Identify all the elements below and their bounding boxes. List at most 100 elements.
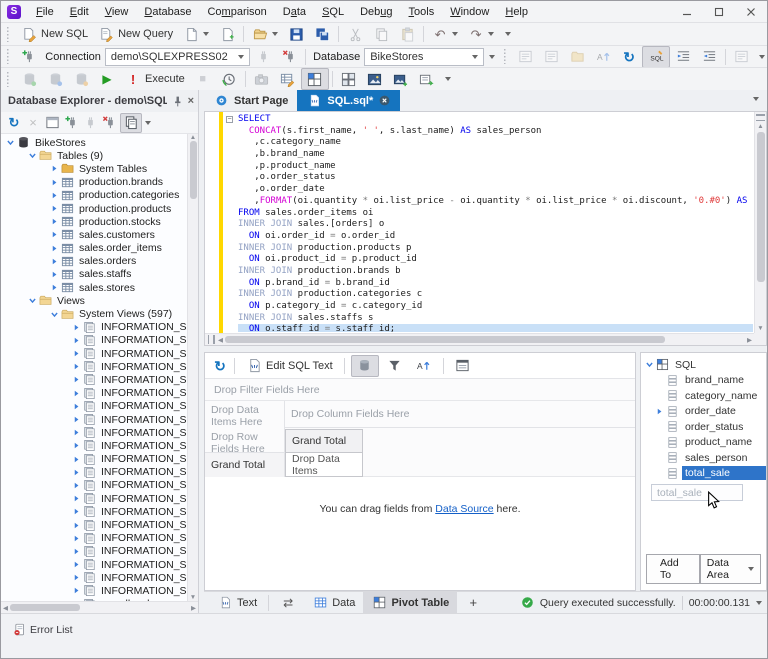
close-tab-icon[interactable] [378, 94, 391, 107]
chevron-right-icon[interactable] [70, 442, 83, 449]
uncomment-button[interactable] [538, 47, 564, 67]
chevron-right-icon[interactable] [70, 535, 83, 542]
chevron-right-icon[interactable] [70, 522, 83, 529]
chevron-right-icon[interactable] [70, 574, 83, 581]
connection-select[interactable]: demo\SQLEXPRESS02 [105, 48, 250, 66]
tree-item[interactable]: sales.customers [1, 228, 198, 241]
menu-item-database[interactable]: Database [136, 3, 199, 21]
change-case-button[interactable]: A [590, 47, 616, 67]
menu-item-tools[interactable]: Tools [401, 3, 443, 21]
scroll-left-icon[interactable]: ◀ [218, 336, 223, 344]
field-item-order_date[interactable]: order_date [641, 404, 766, 420]
code-line[interactable]: INNER JOIN sales.[orders] o [238, 219, 753, 231]
code-line[interactable]: ON oi.order_id = o.order_id [238, 231, 753, 243]
tree-item[interactable]: INFORMATION_SCHEMA.KEY [1, 426, 198, 439]
scrollbar-thumb[interactable] [757, 132, 765, 282]
chart-button[interactable] [362, 69, 388, 89]
scrollbar-thumb[interactable] [10, 604, 80, 611]
tree-item[interactable]: System Views (597) [1, 307, 198, 320]
pin-icon[interactable] [171, 95, 184, 108]
scroll-left-icon[interactable]: ◀ [3, 604, 8, 612]
close-button[interactable] [735, 1, 767, 22]
tree-item[interactable]: sales.order_items [1, 242, 198, 255]
error-list-button[interactable]: Error List [7, 621, 79, 638]
chevron-right-icon[interactable] [48, 165, 61, 172]
tab-list-icon[interactable] [753, 97, 759, 101]
pivot-view-button[interactable] [301, 68, 329, 90]
chevron-right-icon[interactable] [70, 403, 83, 410]
tab-sql-file[interactable]: SQL.sql* [297, 90, 400, 111]
code-line[interactable]: ,b.brand_name [238, 149, 753, 161]
toolbar-grip[interactable] [504, 49, 508, 64]
tree-item[interactable]: production.categories [1, 189, 198, 202]
query-history-button[interactable] [216, 69, 242, 89]
new-document-button[interactable] [178, 24, 214, 44]
toolbar-overflow-icon[interactable] [145, 121, 151, 125]
chevron-down-icon[interactable] [748, 567, 754, 571]
add-to-button[interactable]: Add To [646, 554, 700, 584]
chevron-right-icon[interactable] [70, 482, 83, 489]
tree-item[interactable]: INFORMATION_SCHEMA.COL [1, 387, 198, 400]
layout-button[interactable] [336, 69, 362, 89]
tree-item[interactable]: production.stocks [1, 215, 198, 228]
drop-column-fields-zone[interactable]: Drop Column Fields Here [285, 401, 635, 428]
tree-item[interactable]: INFORMATION_SCHEMA.TAB [1, 532, 198, 545]
chevron-down-icon[interactable] [4, 139, 17, 146]
chevron-down-icon[interactable] [272, 32, 278, 36]
split-editor-handle[interactable] [756, 114, 765, 121]
code-line[interactable]: ,o.order_status [238, 172, 753, 184]
tree-item[interactable]: INFORMATION_SCHEMA.COL [1, 347, 198, 360]
chevron-right-icon[interactable] [70, 363, 83, 370]
export-button[interactable] [414, 69, 440, 89]
connect-button[interactable] [250, 47, 276, 67]
tree-item[interactable]: INFORMATION_SCHEMA.PAR [1, 439, 198, 452]
chevron-down-icon[interactable] [488, 32, 494, 36]
tab-pivot-table[interactable]: Pivot Table [363, 592, 457, 614]
tree-item[interactable]: production.brands [1, 176, 198, 189]
field-item-total_sale[interactable]: total_sale [641, 466, 766, 482]
chevron-right-icon[interactable] [70, 350, 83, 357]
chevron-down-icon[interactable] [756, 601, 762, 605]
sql-editor[interactable]: − SELECT CONCAT(s.first_name, ' ', s.las… [204, 111, 767, 346]
menu-item-comparison[interactable]: Comparison [199, 3, 274, 21]
menu-item-debug[interactable]: Debug [352, 3, 400, 21]
tree-item[interactable]: production.products [1, 202, 198, 215]
chevron-right-icon[interactable] [70, 324, 83, 331]
tab-start-page[interactable]: Start Page [204, 90, 297, 111]
toolbar-overflow-icon[interactable] [505, 32, 511, 36]
drop-data-items-cell[interactable]: Drop Data Items [285, 453, 363, 477]
tree-item[interactable]: INFORMATION_SCHEMA.VIE [1, 571, 198, 584]
tree-item[interactable]: INFORMATION_SCHEMA.DOM [1, 413, 198, 426]
duplicate-document-button[interactable] [120, 113, 142, 133]
chevron-right-icon[interactable] [70, 376, 83, 383]
chevron-right-icon[interactable] [48, 271, 61, 278]
run-button[interactable]: ▶ [94, 69, 120, 89]
menu-item-window[interactable]: Window [442, 3, 497, 21]
tree-item[interactable]: INFORMATION_SCHEMA.COL [1, 373, 198, 386]
database-diagram-button[interactable] [16, 69, 42, 89]
chevron-right-icon[interactable] [70, 390, 83, 397]
tree-item[interactable]: INFORMATION_SCHEMA.DOM [1, 400, 198, 413]
swap-view-button[interactable]: ⇄ [272, 592, 304, 614]
tab-text[interactable]: Text [209, 592, 265, 614]
chevron-right-icon[interactable] [48, 179, 61, 186]
report-button[interactable] [450, 356, 476, 376]
tree-item[interactable]: Views [1, 294, 198, 307]
code-line[interactable]: INNER JOIN production.categories c [238, 289, 753, 301]
tree-item[interactable]: INFORMATION_SCHEMA.CHE [1, 321, 198, 334]
chevron-down-icon[interactable] [238, 55, 244, 59]
fields-root[interactable]: SQL [641, 357, 766, 373]
new-item-button[interactable] [214, 24, 240, 44]
chevron-right-icon[interactable] [48, 284, 61, 291]
code-line[interactable]: ON o.staff_id = s.staff_id; [238, 324, 753, 332]
scroll-right-icon[interactable]: ▶ [191, 604, 196, 612]
code-line[interactable]: ,c.category_name [238, 137, 753, 149]
outline-button[interactable] [564, 47, 590, 67]
chevron-right-icon[interactable] [70, 587, 83, 594]
chevron-right-icon[interactable] [70, 337, 83, 344]
code-line[interactable]: ,o.order_date [238, 184, 753, 196]
comment-button[interactable] [512, 47, 538, 67]
refresh-icon[interactable]: ↻ [212, 358, 228, 374]
area-select[interactable]: Data Area [700, 554, 761, 584]
field-item-brand_name[interactable]: brand_name [641, 373, 766, 389]
